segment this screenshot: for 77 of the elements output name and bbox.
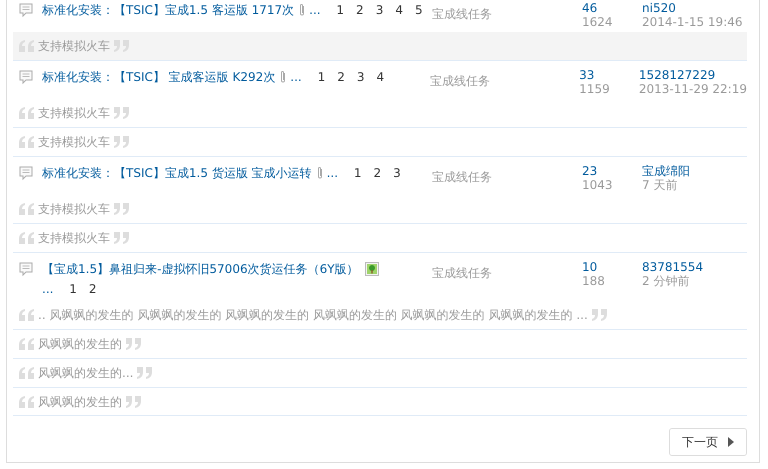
speech-bubble-icon [18, 165, 34, 181]
open-quote-icon [19, 203, 35, 215]
open-quote-icon [19, 107, 35, 119]
page-link[interactable]: 1 [69, 282, 77, 296]
paperclip-icon [316, 166, 324, 180]
speech-bubble-icon [18, 261, 34, 277]
close-quote-icon [125, 396, 141, 408]
view-count: 1043 [582, 178, 614, 192]
quote-text: 支持模拟火车 [38, 230, 110, 246]
page-link[interactable]: 5 [414, 3, 423, 17]
quote-text: 支持模拟火车 [38, 104, 110, 122]
forum-label: 宝成线任务 [432, 6, 493, 23]
quote-text: 风飒飒的发生的... [38, 364, 134, 382]
last-post-time: 2014-1-15 19:46 [642, 15, 742, 29]
more-pages-link[interactable]: ... [290, 70, 302, 84]
next-page-button[interactable]: 下一页 [669, 428, 747, 456]
open-quote-icon [19, 309, 35, 321]
last-poster-link[interactable]: 宝成绵阳 [642, 164, 690, 178]
open-quote-icon [19, 367, 35, 379]
speech-bubble-icon [18, 69, 34, 85]
view-count: 1159 [579, 82, 611, 96]
more-pages-link[interactable]: ... [309, 3, 321, 17]
speech-bubble-icon [18, 2, 34, 18]
quote-text: 支持模拟火车 [38, 38, 110, 54]
thread-title-link[interactable]: 标准化安装：【TSIC】宝成1.5 客运版 1717次 [42, 1, 294, 19]
close-quote-icon [125, 338, 141, 350]
last-post-time: 7 天前 [642, 178, 678, 192]
page-link[interactable]: 3 [356, 70, 364, 84]
view-count: 1624 [582, 15, 614, 29]
page-link[interactable]: 3 [393, 166, 401, 180]
quote-text: 支持模拟火车 [38, 200, 110, 218]
close-quote-icon [113, 107, 129, 119]
open-quote-icon [19, 136, 35, 148]
paperclip-icon [298, 3, 306, 17]
close-quote-icon [590, 309, 607, 321]
close-quote-icon [136, 367, 152, 379]
image-icon [364, 262, 379, 276]
caret-icon [728, 437, 734, 447]
thread-title-link[interactable]: 标准化安装：【TSIC】宝成1.5 货运版 宝成小运转 [42, 164, 312, 182]
reply-count[interactable]: 46 [582, 1, 642, 15]
last-post-time: 2 分钟前 [642, 274, 690, 288]
page-link[interactable]: 2 [88, 282, 97, 296]
more-pages-link[interactable]: ... [326, 166, 338, 180]
close-quote-icon [113, 203, 129, 215]
page-link[interactable]: 4 [376, 70, 384, 84]
page-link[interactable]: 1 [336, 3, 344, 17]
open-quote-icon [19, 396, 35, 408]
quote-text: 支持模拟火车 [38, 134, 110, 150]
page-link[interactable]: 4 [395, 3, 403, 17]
forum-label: 宝成线任务 [430, 73, 491, 90]
paperclip-icon [279, 70, 288, 84]
thread-title-link[interactable]: 【宝成1.5】鼻祖归来-虚拟怀旧57006次货运任务（6Y版） [42, 260, 359, 278]
page-link[interactable]: 2 [374, 166, 382, 180]
last-poster-link[interactable]: 1528127229 [638, 68, 747, 82]
thread-title-link[interactable]: 标准化安装：【TSIC】 宝成客运版 K292次 [42, 68, 276, 86]
open-quote-icon [19, 232, 35, 244]
page-link[interactable]: 3 [376, 3, 384, 17]
close-quote-icon [113, 232, 129, 244]
last-poster-link[interactable]: ni520 [642, 1, 742, 15]
reply-count[interactable]: 10 [582, 260, 642, 274]
forum-label: 宝成线任务 [432, 169, 493, 186]
last-post-time: 2013-11-29 22:19 [638, 82, 747, 96]
forum-label: 宝成线任务 [432, 265, 493, 282]
quote-text: 风飒飒的发生的 [38, 394, 122, 410]
view-count: 188 [582, 274, 606, 288]
more-pages-link[interactable]: ... [42, 282, 54, 296]
last-poster-link[interactable]: 83781554 [642, 260, 704, 274]
reply-count[interactable]: 33 [579, 68, 639, 82]
reply-count[interactable]: 23 [582, 164, 642, 178]
page-link[interactable]: 1 [318, 70, 326, 84]
quote-text: 风飒飒的发生的 [38, 336, 122, 352]
page-link[interactable]: 1 [354, 166, 362, 180]
open-quote-icon [19, 338, 35, 350]
page-link[interactable]: 2 [337, 70, 345, 84]
close-quote-icon [113, 136, 129, 148]
page-link[interactable]: 2 [356, 3, 364, 17]
quote-text: .. 风飒飒的发生的 风飒飒的发生的 风飒飒的发生的 风飒飒的发生的 风飒飒的发生的 风飒飒的发生的 ... [38, 306, 588, 324]
